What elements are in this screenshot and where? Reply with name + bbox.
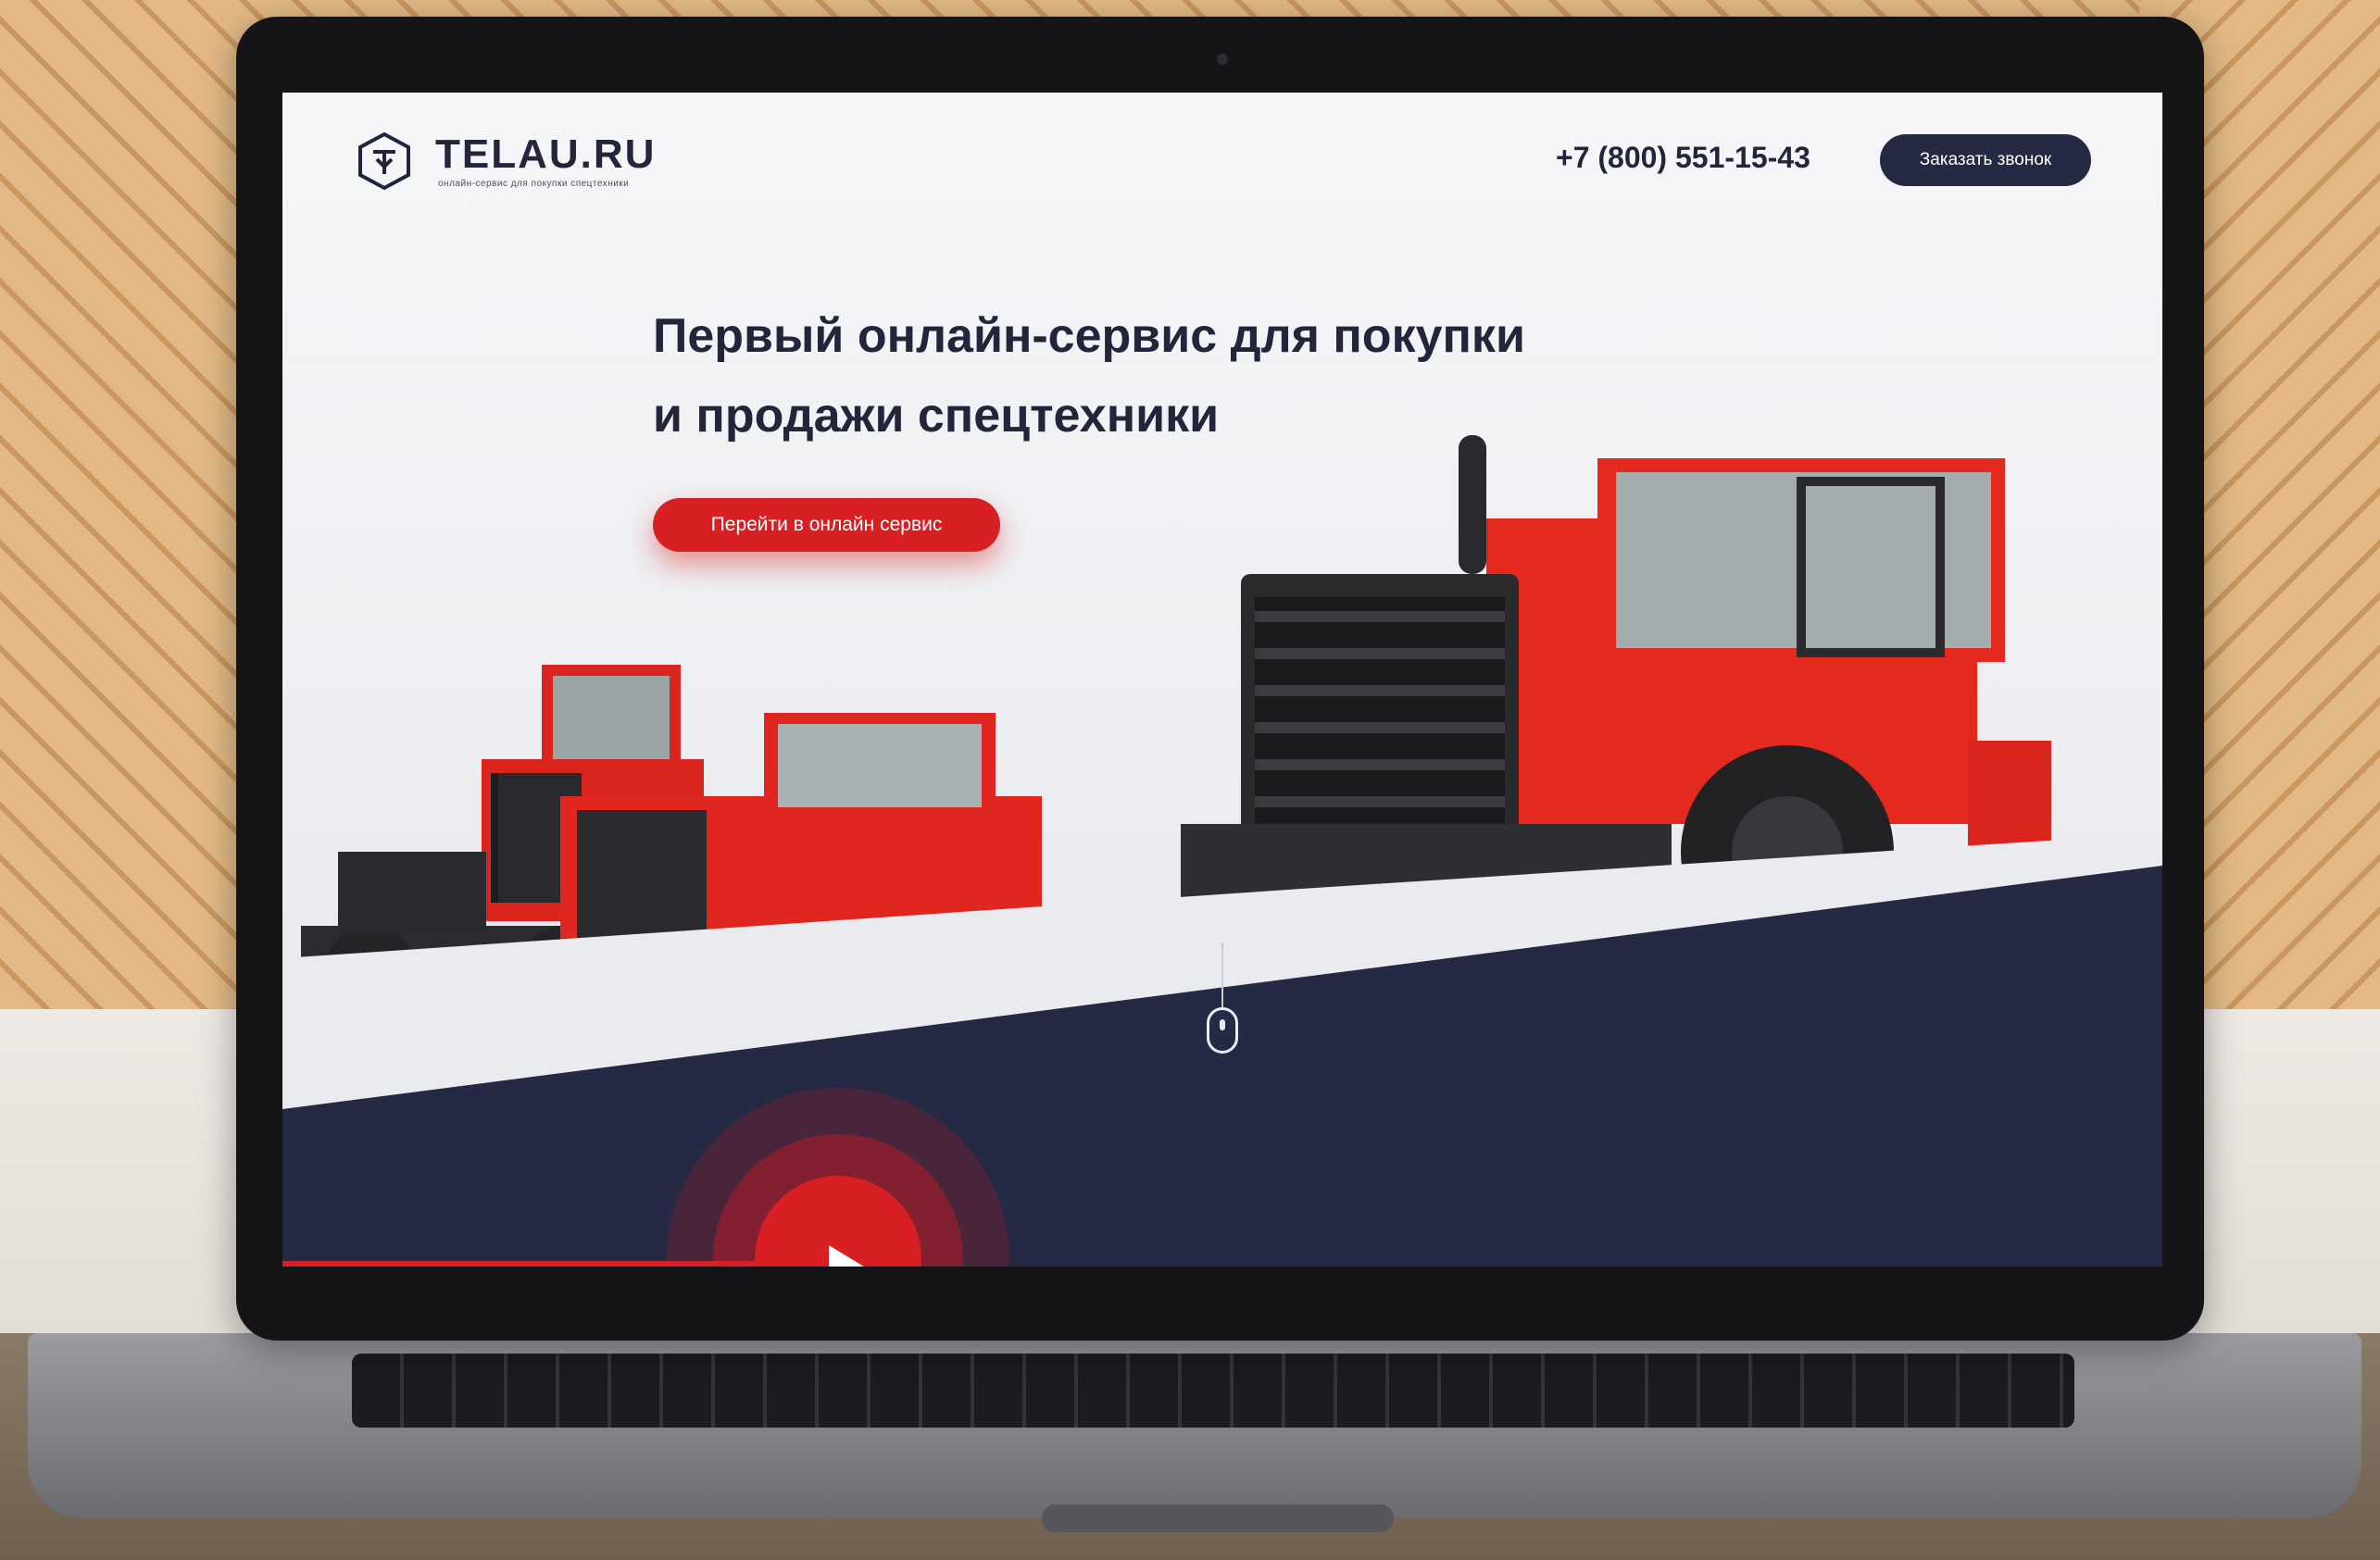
hero-title-line-1: Первый онлайн-сервис для покупки bbox=[653, 309, 1525, 363]
site-header: TELAU.RU онлайн-сервис для покупки спецт… bbox=[282, 93, 2162, 241]
laptop-keyboard bbox=[352, 1354, 2074, 1428]
laptop-notch bbox=[1042, 1504, 1394, 1532]
phone-number[interactable]: +7 (800) 551-15-43 bbox=[1556, 141, 1810, 175]
mouse-scroll-icon[interactable] bbox=[1207, 1007, 1238, 1054]
logo-text[interactable]: TELAU.RU bbox=[435, 131, 656, 178]
hero-title: Первый онлайн-сервис для покупки и прода… bbox=[653, 296, 1672, 456]
page-progress-bar bbox=[282, 1261, 764, 1267]
video-play-button[interactable] bbox=[667, 1088, 1009, 1267]
logo-tagline: онлайн-сервис для покупки спецтехники bbox=[438, 179, 630, 189]
callback-button[interactable]: Заказать звонок bbox=[1880, 134, 2091, 186]
camera-icon bbox=[1217, 54, 1228, 65]
online-service-button[interactable]: Перейти в онлайн сервис bbox=[653, 498, 1000, 552]
navy-band bbox=[282, 866, 2162, 1267]
website-screen: TELAU.RU онлайн-сервис для покупки спецт… bbox=[282, 93, 2162, 1267]
scroll-line bbox=[1221, 942, 1223, 1007]
play-icon bbox=[829, 1245, 871, 1267]
logo-mark-icon[interactable] bbox=[355, 131, 414, 191]
hero-title-line-2: и продажи спецтехники bbox=[653, 389, 1220, 443]
